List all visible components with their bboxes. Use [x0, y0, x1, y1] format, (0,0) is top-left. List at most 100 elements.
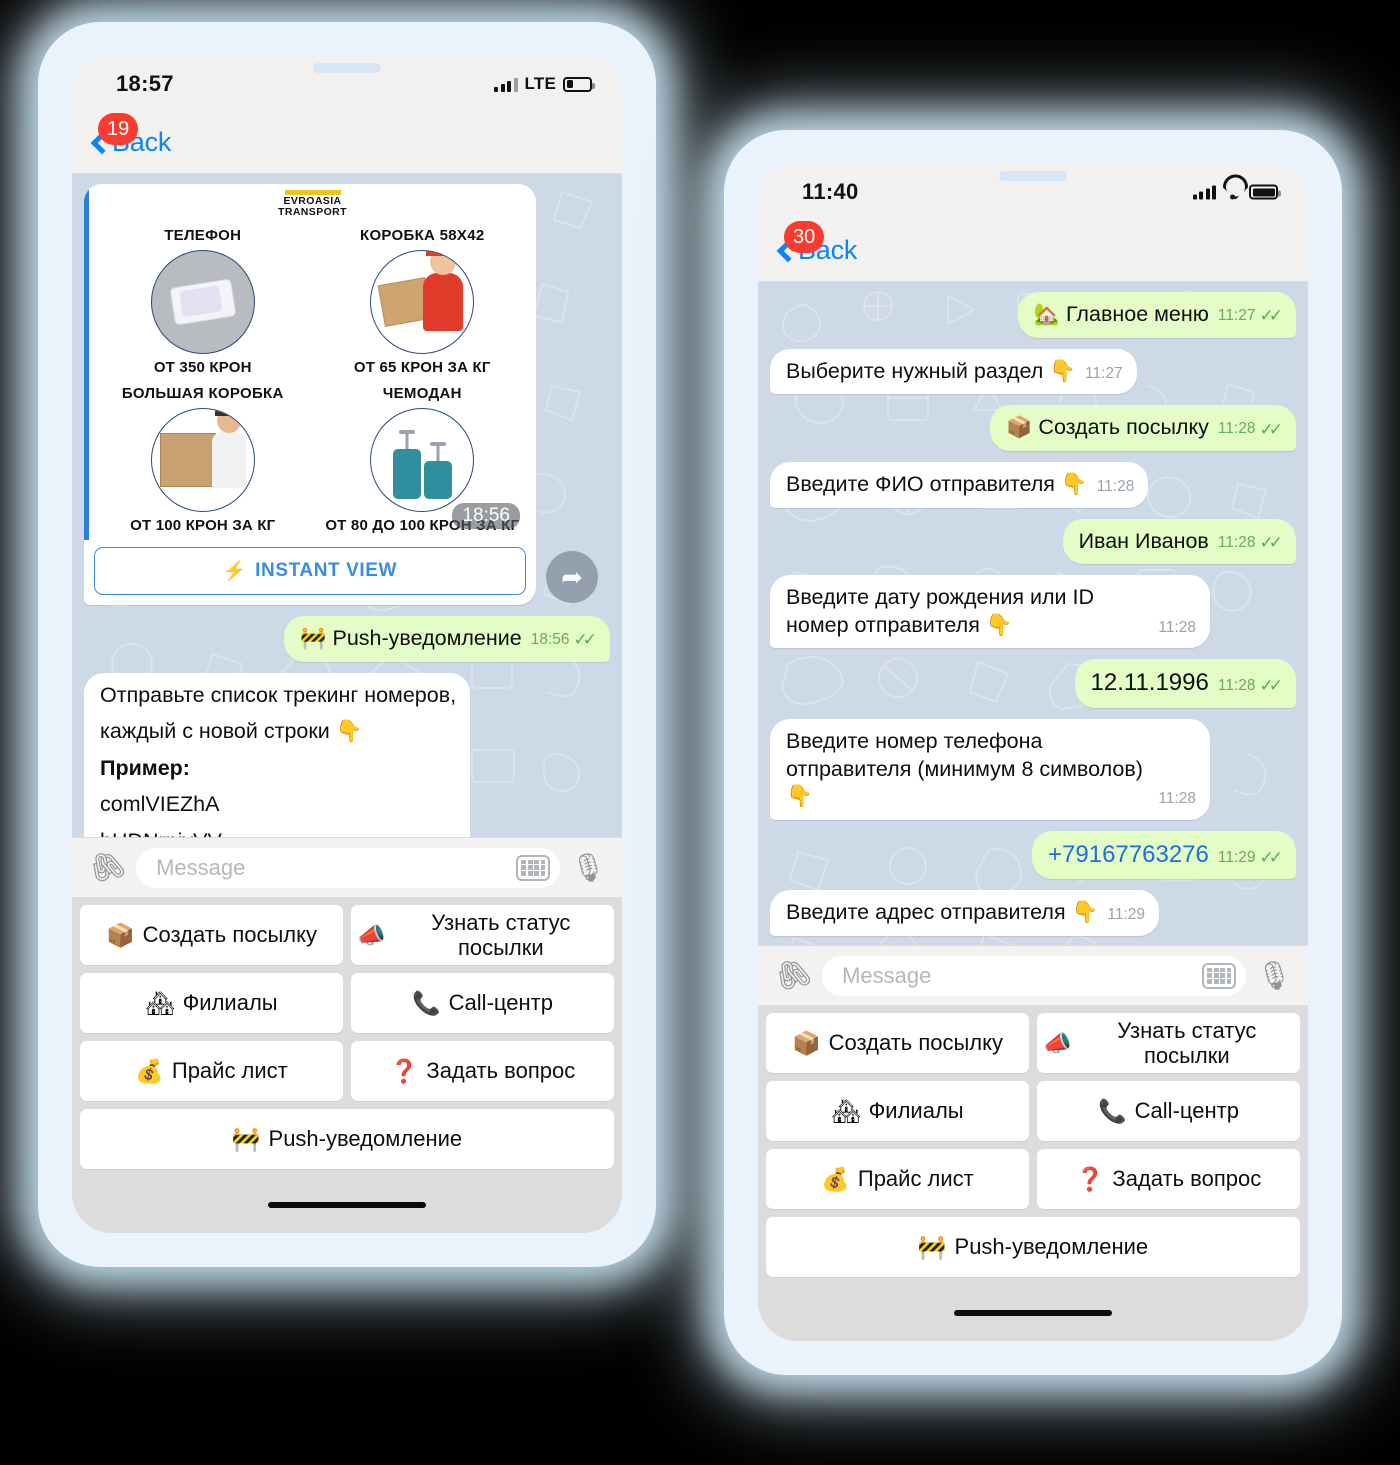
status-time: 11:40 [802, 179, 859, 204]
message-text[interactable]: +79167763276 [1048, 840, 1209, 871]
house-with-garden-icon: 🏡 [1033, 303, 1061, 326]
chat-area-left[interactable]: EVROASIA TRANSPORT ТЕЛЕФОН ОТ 350 КРОН К… [72, 174, 622, 837]
message-time: 11:28 [1217, 677, 1256, 695]
message-row: Введите ФИО отправителя 👇 11:28 [770, 462, 1296, 508]
keyboard-row: 📦 Создать посылку 📣 Узнать статус посылк… [766, 1013, 1300, 1073]
network-type-label: LTE [524, 74, 556, 93]
package-icon: 📦 [791, 1029, 821, 1056]
message-row: Отправьте список трекинг номеров, каждый… [84, 672, 610, 837]
kb-button-push-notification[interactable]: 🚧 Push-уведомление [766, 1217, 1300, 1277]
telephone-icon: 📞 [412, 989, 441, 1016]
message-text: Введите ФИО отправителя 👇 [786, 472, 1088, 497]
message-input-left[interactable]: Message [136, 847, 561, 888]
houses-icon: 🏘 [145, 989, 175, 1016]
status-bar-left: 18:57 LTE [72, 56, 622, 112]
chat-area-right[interactable]: 🏡 Главное меню 11:27 ✓✓ Выберите нужный … [758, 282, 1308, 945]
forward-arrow-icon[interactable]: ➦ [546, 551, 598, 604]
message-row: 🏡 Главное меню 11:27 ✓✓ [770, 292, 1296, 338]
message-text: Выберите нужный раздел 👇 [786, 358, 1077, 383]
message-input-right[interactable]: Message [822, 955, 1247, 996]
microphone-icon[interactable]: 🎙 [1256, 959, 1292, 992]
chat-bubble-outgoing[interactable]: 🏡 Главное меню 11:27 ✓✓ [1017, 292, 1296, 338]
keyboard-row: 📦 Создать посылку 📣 Узнать статус посылк… [80, 905, 614, 965]
read-ticks-icon: ✓✓ [1259, 532, 1283, 552]
read-ticks-icon: ✓✓ [1259, 419, 1283, 439]
chat-bubble-outgoing[interactable]: 📦 Создать посылку 11:28 ✓✓ [990, 405, 1296, 452]
chat-bubble-outgoing[interactable]: 12.11.1996 11:28 ✓✓ [1074, 659, 1296, 709]
kb-button-label: Push-уведомление [268, 1126, 463, 1152]
package-icon: 📦 [105, 921, 135, 948]
paperclip-icon[interactable]: 🖇 [768, 952, 817, 1000]
chat-bubble-incoming[interactable]: Выберите нужный раздел 👇 11:27 [770, 348, 1137, 395]
back-button-left[interactable]: Back 19 [72, 113, 171, 158]
message-time: 11:27 [1217, 307, 1256, 325]
kb-button-branches[interactable]: 🏘 Филиалы [766, 1081, 1029, 1141]
phone-screen-left: 18:57 LTE Back 19 EVROASIA TRANSPORT ТЕЛ… [72, 56, 622, 1233]
read-ticks-icon: ✓✓ [1259, 306, 1283, 326]
unread-badge: 19 [98, 113, 139, 145]
price-list-media-card[interactable]: EVROASIA TRANSPORT ТЕЛЕФОН ОТ 350 КРОН К… [84, 184, 536, 606]
question-mark-icon: ❓ [389, 1057, 419, 1084]
instant-view-button[interactable]: ⚡ INSTANT VIEW [94, 547, 526, 596]
message-time: 18:56 [530, 631, 570, 649]
kb-button-ask-question[interactable]: ❓ Задать вопрос [351, 1041, 614, 1101]
message-row: +79167763276 11:29 ✓✓ [770, 830, 1296, 880]
chat-bubble-outgoing[interactable]: 🚧 Push-уведомление 18:56 ✓✓ [284, 616, 610, 662]
kb-button-label: Филиалы [868, 1098, 964, 1124]
price-item-caption: КОРОБКА 58Х42 [359, 227, 485, 245]
message-input-bar-right: 🖇 Message 🎙 [758, 945, 1308, 1005]
price-item-caption: ЧЕМОДАН [382, 385, 462, 403]
kb-button-call-center[interactable]: 📞 Call-центр [1037, 1081, 1300, 1141]
houses-icon: 🏘 [831, 1097, 861, 1124]
chat-bubble-incoming[interactable]: Введите дату рождения или ID номер отпра… [770, 575, 1210, 649]
keyboard-row: 🚧 Push-уведомление [80, 1109, 614, 1169]
kb-button-create-parcel[interactable]: 📦 Создать посылку [766, 1013, 1029, 1073]
wifi-icon [1223, 185, 1242, 200]
telephone-icon: 📞 [1098, 1097, 1127, 1124]
kb-button-push-notification[interactable]: 🚧 Push-уведомление [80, 1109, 614, 1169]
message-text: Главное меню [1066, 302, 1209, 326]
signal-bars-icon [494, 77, 518, 92]
message-list-right: 🏡 Главное меню 11:27 ✓✓ Выберите нужный … [758, 282, 1308, 945]
construction-icon: 🚧 [917, 1233, 947, 1260]
paperclip-icon[interactable]: 🖇 [82, 844, 131, 892]
chat-bubble-incoming[interactable]: Введите номер телефона отправителя (мини… [770, 719, 1210, 820]
keyboard-icon[interactable] [516, 854, 551, 881]
message-text-line: Пример: [100, 755, 190, 780]
phone-box-image [150, 250, 255, 355]
price-item-caption: БОЛЬШАЯ КОРОБКА [121, 385, 284, 403]
back-button-right[interactable]: Back 30 [758, 221, 857, 266]
kb-button-call-center[interactable]: 📞 Call-центр [351, 973, 614, 1033]
message-time: 11:29 [1107, 906, 1145, 923]
chat-bubble-outgoing[interactable]: Иван Иванов 11:28 ✓✓ [1062, 518, 1296, 565]
message-text: 12.11.1996 [1090, 669, 1209, 697]
instant-view-label: INSTANT VIEW [255, 560, 398, 582]
kb-button-parcel-status[interactable]: 📣 Узнать статус посылки [351, 905, 614, 965]
message-row: Введите номер телефона отправителя (мини… [770, 719, 1296, 820]
chat-bubble-outgoing[interactable]: +79167763276 11:29 ✓✓ [1032, 830, 1296, 880]
chat-bubble-incoming[interactable]: Отправьте список трекинг номеров, каждый… [84, 672, 471, 837]
chat-bubble-incoming[interactable]: Введите ФИО отправителя 👇 11:28 [770, 462, 1149, 508]
message-list-left: EVROASIA TRANSPORT ТЕЛЕФОН ОТ 350 КРОН К… [72, 174, 622, 837]
nav-bar-right: Back 30 [758, 220, 1308, 282]
message-text: Введите адрес отправителя 👇 [786, 900, 1099, 925]
microphone-icon[interactable]: 🎙 [570, 851, 606, 884]
kb-button-price-list[interactable]: 💰 Прайс лист [766, 1149, 1029, 1209]
kb-button-parcel-status[interactable]: 📣 Узнать статус посылки [1037, 1013, 1300, 1073]
signal-bars-icon [1192, 185, 1216, 200]
price-item-caption: ТЕЛЕФОН [164, 227, 242, 245]
screenshot-stage: 18:57 LTE Back 19 EVROASIA TRANSPORT ТЕЛ… [0, 0, 1400, 1465]
kb-button-ask-question[interactable]: ❓ Задать вопрос [1037, 1149, 1300, 1209]
kb-button-branches[interactable]: 🏘 Филиалы [80, 973, 343, 1033]
read-ticks-icon: ✓✓ [1259, 847, 1283, 867]
reply-keyboard-left: 📦 Создать посылку 📣 Узнать статус посылк… [72, 897, 622, 1177]
chat-bubble-incoming[interactable]: Введите адрес отправителя 👇 11:29 [770, 890, 1159, 936]
phone-mockup-right: 11:40 Back 30 🏡 Главное меню 11:27 ✓✓ Вы… [708, 114, 1358, 1391]
kb-button-create-parcel[interactable]: 📦 Создать посылку [80, 905, 343, 965]
keyboard-icon[interactable] [1202, 962, 1237, 989]
kb-button-price-list[interactable]: 💰 Прайс лист [80, 1041, 343, 1101]
reply-keyboard-right: 📦 Создать посылку 📣 Узнать статус посылк… [758, 1005, 1308, 1285]
message-time: 11:27 [1085, 364, 1123, 382]
message-row: Выберите нужный раздел 👇 11:27 [770, 348, 1296, 395]
logo-line-2: TRANSPORT [278, 206, 347, 219]
